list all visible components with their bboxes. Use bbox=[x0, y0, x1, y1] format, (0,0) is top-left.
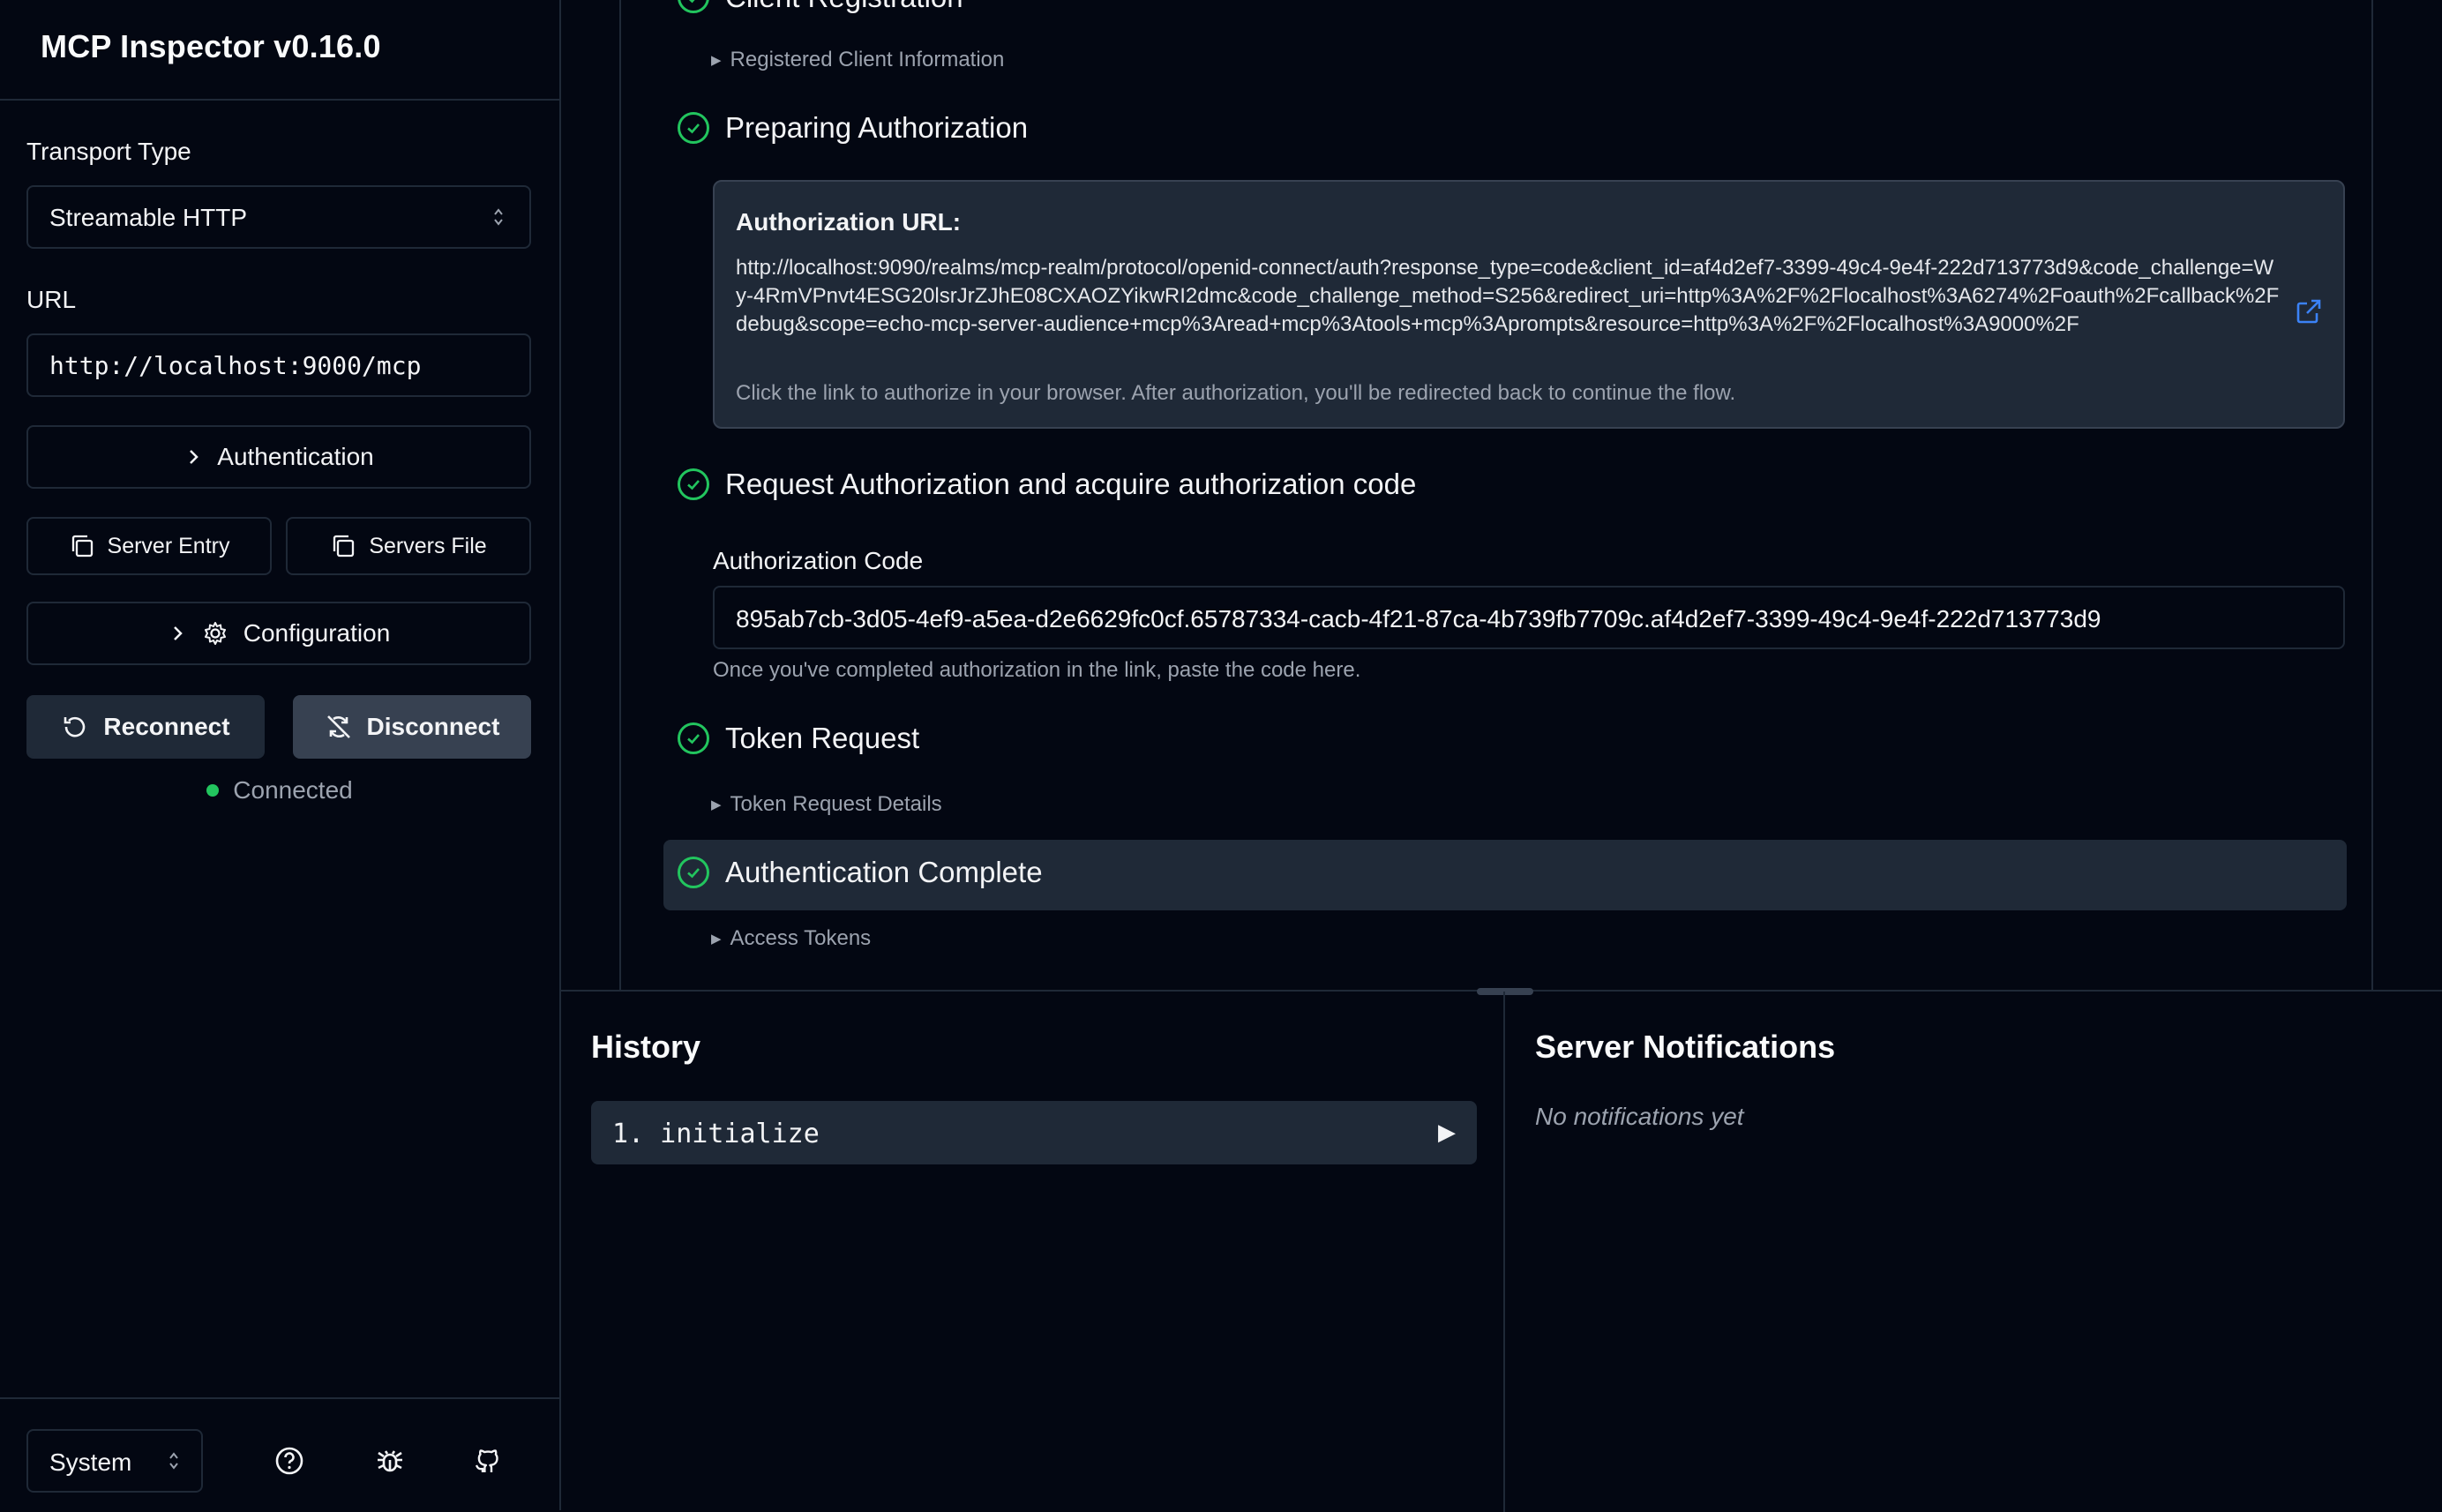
chevron-right-icon bbox=[190, 450, 199, 464]
rotate-ccw-icon bbox=[64, 716, 86, 737]
step-request-authorization: Request Authorization and acquire author… bbox=[678, 468, 1416, 501]
step-client-registration: Client Registration bbox=[678, 0, 963, 14]
url-value: http://localhost:9000/mcp bbox=[49, 351, 422, 380]
status-dot bbox=[206, 784, 220, 797]
transport-type-select[interactable]: Streamable HTTP bbox=[26, 185, 531, 249]
authentication-button[interactable]: Authentication bbox=[26, 425, 531, 489]
step-authentication-complete: Authentication Complete bbox=[678, 856, 1043, 889]
gear-icon bbox=[204, 622, 226, 645]
copy-icon bbox=[333, 535, 355, 558]
authorization-url-label: Authorization URL: bbox=[736, 208, 962, 236]
server-notifications-title: Server Notifications bbox=[1535, 1029, 1836, 1065]
server-entry-label: Server Entry bbox=[107, 533, 230, 558]
authorization-url-hint: Click the link to authorize in your brow… bbox=[736, 381, 1736, 405]
server-notifications-panel: Server Notifications No notifications ye… bbox=[1505, 992, 2442, 1512]
history-title: History bbox=[591, 1029, 701, 1065]
details-label: Registered Client Information bbox=[730, 48, 1005, 71]
reconnect-button[interactable]: Reconnect bbox=[26, 695, 265, 759]
status-text: Connected bbox=[233, 776, 353, 804]
bottom-panels: History 1. initialize ▶ Server Notificat… bbox=[561, 988, 2442, 1512]
connection-status: Connected bbox=[0, 773, 559, 808]
step-title: Authentication Complete bbox=[725, 856, 1043, 888]
theme-select[interactable]: System bbox=[26, 1429, 203, 1493]
details-label: Access Tokens bbox=[730, 926, 872, 950]
bug-icon[interactable] bbox=[374, 1445, 406, 1477]
step-title: Request Authorization and acquire author… bbox=[725, 468, 1417, 500]
token-request-details-toggle[interactable]: ▶ Token Request Details bbox=[711, 792, 942, 817]
details-label: Token Request Details bbox=[730, 792, 942, 816]
authorization-code-label: Authorization Code bbox=[713, 547, 924, 574]
authorization-code-value: 895ab7cb-3d05-4ef9-a5ea-d2e6629fc0cf.657… bbox=[736, 605, 2101, 632]
triangle-right-icon: ▶ bbox=[711, 53, 722, 68]
copy-icon bbox=[71, 535, 93, 558]
step-preparing-authorization: Preparing Authorization bbox=[678, 111, 1028, 145]
chevron-right-icon bbox=[173, 626, 183, 640]
history-item[interactable]: 1. initialize ▶ bbox=[591, 1101, 1477, 1164]
step-title: Token Request bbox=[725, 722, 920, 754]
sidebar-header: MCP Inspector v0.16.0 bbox=[0, 0, 559, 101]
triangle-right-icon: ▶ bbox=[711, 932, 722, 947]
app-title: MCP Inspector v0.16.0 bbox=[41, 28, 381, 64]
authentication-label: Authentication bbox=[217, 443, 374, 470]
transport-type-label: Transport Type bbox=[26, 138, 191, 165]
authorization-url-box: Authorization URL: http://localhost:9090… bbox=[713, 180, 2345, 429]
url-input[interactable]: http://localhost:9000/mcp bbox=[26, 333, 531, 397]
configuration-label: Configuration bbox=[243, 619, 391, 647]
authorization-code-input[interactable]: 895ab7cb-3d05-4ef9-a5ea-d2e6629fc0cf.657… bbox=[713, 586, 2345, 649]
refresh-off-icon bbox=[326, 715, 350, 738]
check-circle-icon bbox=[678, 857, 709, 888]
no-notifications-text: No notifications yet bbox=[1535, 1103, 1744, 1130]
servers-file-label: Servers File bbox=[369, 533, 487, 558]
configuration-button[interactable]: Configuration bbox=[26, 602, 531, 665]
disconnect-button[interactable]: Disconnect bbox=[293, 695, 531, 759]
github-icon[interactable] bbox=[471, 1445, 503, 1477]
history-panel: History 1. initialize ▶ bbox=[561, 992, 1505, 1512]
access-tokens-toggle[interactable]: ▶ Access Tokens bbox=[711, 926, 871, 951]
step-token-request: Token Request bbox=[678, 722, 919, 755]
chevrons-up-down-icon bbox=[169, 1452, 178, 1470]
step-title: Preparing Authorization bbox=[725, 111, 1029, 144]
check-circle-icon bbox=[678, 112, 709, 144]
check-circle-icon bbox=[678, 722, 709, 754]
sidebar: MCP Inspector v0.16.0 Transport Type Str… bbox=[0, 0, 561, 1510]
history-item-label: 1. initialize bbox=[612, 1119, 820, 1149]
server-entry-button[interactable]: Server Entry bbox=[26, 517, 272, 575]
triangle-right-icon: ▶ bbox=[711, 797, 722, 812]
theme-value: System bbox=[49, 1448, 132, 1476]
play-icon: ▶ bbox=[1438, 1119, 1456, 1145]
servers-file-button[interactable]: Servers File bbox=[286, 517, 531, 575]
external-link-icon[interactable] bbox=[2294, 296, 2324, 326]
authorization-url-link[interactable]: http://localhost:9090/realms/mcp-realm/p… bbox=[736, 254, 2280, 339]
check-circle-icon bbox=[678, 468, 709, 500]
disconnect-label: Disconnect bbox=[366, 713, 500, 740]
help-icon[interactable] bbox=[273, 1445, 305, 1477]
chevrons-up-down-icon bbox=[494, 208, 503, 226]
reconnect-label: Reconnect bbox=[103, 713, 230, 740]
oauth-flow-panel: Client Registration ▶ Registered Client … bbox=[561, 0, 2442, 990]
check-circle-icon bbox=[678, 0, 709, 13]
url-label: URL bbox=[26, 286, 77, 313]
step-title: Client Registration bbox=[725, 0, 963, 14]
sidebar-footer: System bbox=[0, 1397, 559, 1510]
transport-type-value: Streamable HTTP bbox=[49, 204, 248, 231]
authorization-code-hint: Once you've completed authorization in t… bbox=[713, 658, 1361, 682]
registered-client-info-toggle[interactable]: ▶ Registered Client Information bbox=[711, 48, 1004, 72]
